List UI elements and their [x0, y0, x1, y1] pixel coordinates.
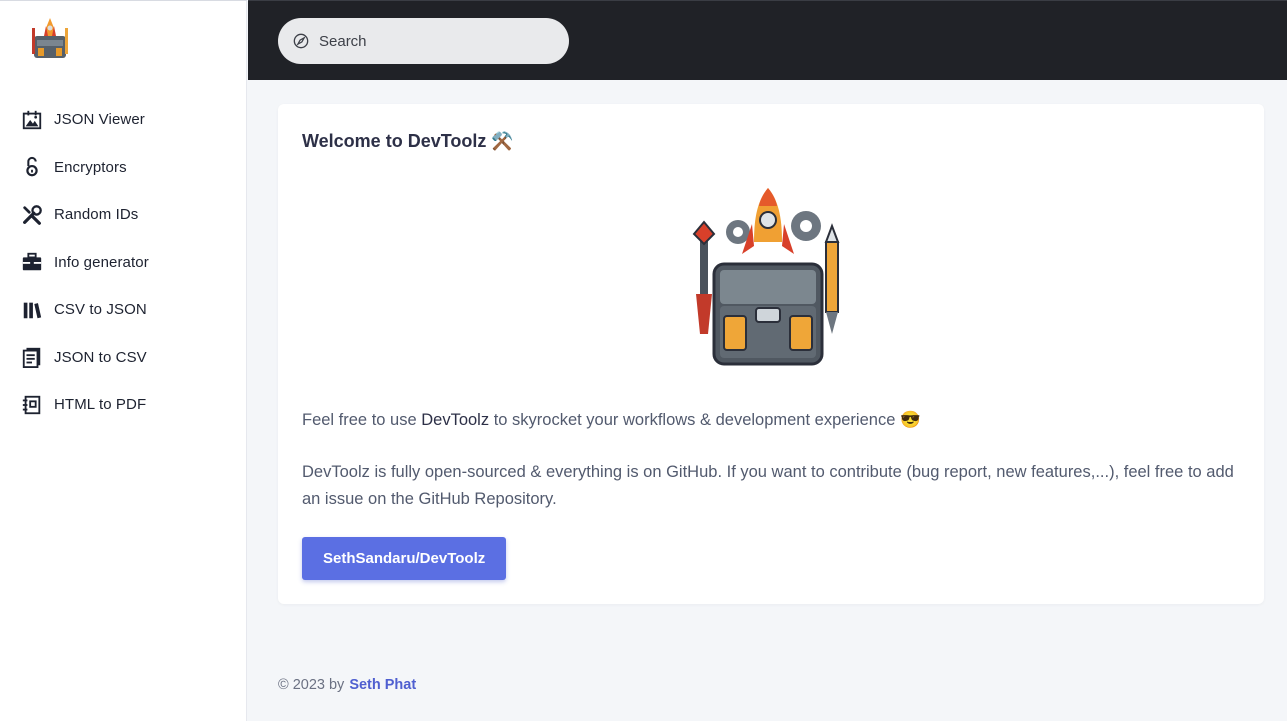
- sidebar-item-label: Info generator: [54, 253, 149, 271]
- search-box[interactable]: [278, 18, 569, 64]
- divider: [0, 0, 247, 1]
- sidebar-item-html-to-pdf[interactable]: HTML to PDF: [0, 381, 247, 429]
- github-repo-button[interactable]: SethSandaru/DevToolz: [302, 537, 507, 580]
- books-icon: [20, 298, 44, 322]
- sidebar-item-encryptors[interactable]: Encryptors: [0, 144, 247, 192]
- welcome-card: Welcome to DevToolz ⚒️ Feel free to use …: [278, 104, 1264, 604]
- description-text: DevToolz is fully open-sourced & everyth…: [302, 463, 1234, 508]
- sidebar-item-label: JSON to CSV: [54, 348, 147, 366]
- sidebar-item-label: CSV to JSON: [54, 301, 147, 319]
- footer: © 2023 by Seth Phat: [278, 677, 416, 693]
- search-input[interactable]: [319, 32, 549, 50]
- page-title: Welcome to DevToolz ⚒️: [302, 131, 514, 151]
- briefcase-icon: [20, 250, 44, 274]
- intro-prefix: Feel free to use: [302, 411, 422, 429]
- toolbox-logo-icon[interactable]: [28, 14, 72, 62]
- sidebar-nav: JSON Viewer Encryptors Random IDs Info g…: [0, 96, 247, 429]
- copyright-text: © 2023 by: [278, 677, 345, 693]
- sidebar-item-json-to-csv[interactable]: JSON to CSV: [0, 334, 247, 382]
- intro-suffix: to skyrocket your workflows & developmen…: [489, 411, 921, 429]
- tools-icon: [20, 203, 44, 227]
- sidebar-item-label: HTML to PDF: [54, 396, 147, 414]
- sidebar-item-json-viewer[interactable]: JSON Viewer: [0, 96, 247, 144]
- sidebar-item-label: Encryptors: [54, 158, 127, 176]
- sidebar-item-random-ids[interactable]: Random IDs: [0, 191, 247, 239]
- sidebar-item-info-generator[interactable]: Info generator: [0, 239, 247, 287]
- sidebar-item-csv-to-json[interactable]: CSV to JSON: [0, 286, 247, 334]
- toolbox-hero-icon: [692, 188, 840, 366]
- sidebar-item-label: JSON Viewer: [54, 111, 145, 129]
- brand-name: DevToolz: [421, 411, 490, 429]
- image-frame-icon: [20, 108, 44, 132]
- top-bar: [248, 0, 1287, 80]
- author-link[interactable]: Seth Phat: [349, 677, 416, 693]
- sidebar: JSON Viewer Encryptors Random IDs Info g…: [0, 0, 247, 721]
- sidebar-item-label: Random IDs: [54, 206, 139, 224]
- compass-icon: [292, 32, 310, 50]
- intro-text: Feel free to use DevToolz to skyrocket y…: [302, 411, 921, 430]
- document-icon: [20, 345, 44, 369]
- lock-open-icon: [20, 155, 44, 179]
- notebook-icon: [20, 393, 44, 417]
